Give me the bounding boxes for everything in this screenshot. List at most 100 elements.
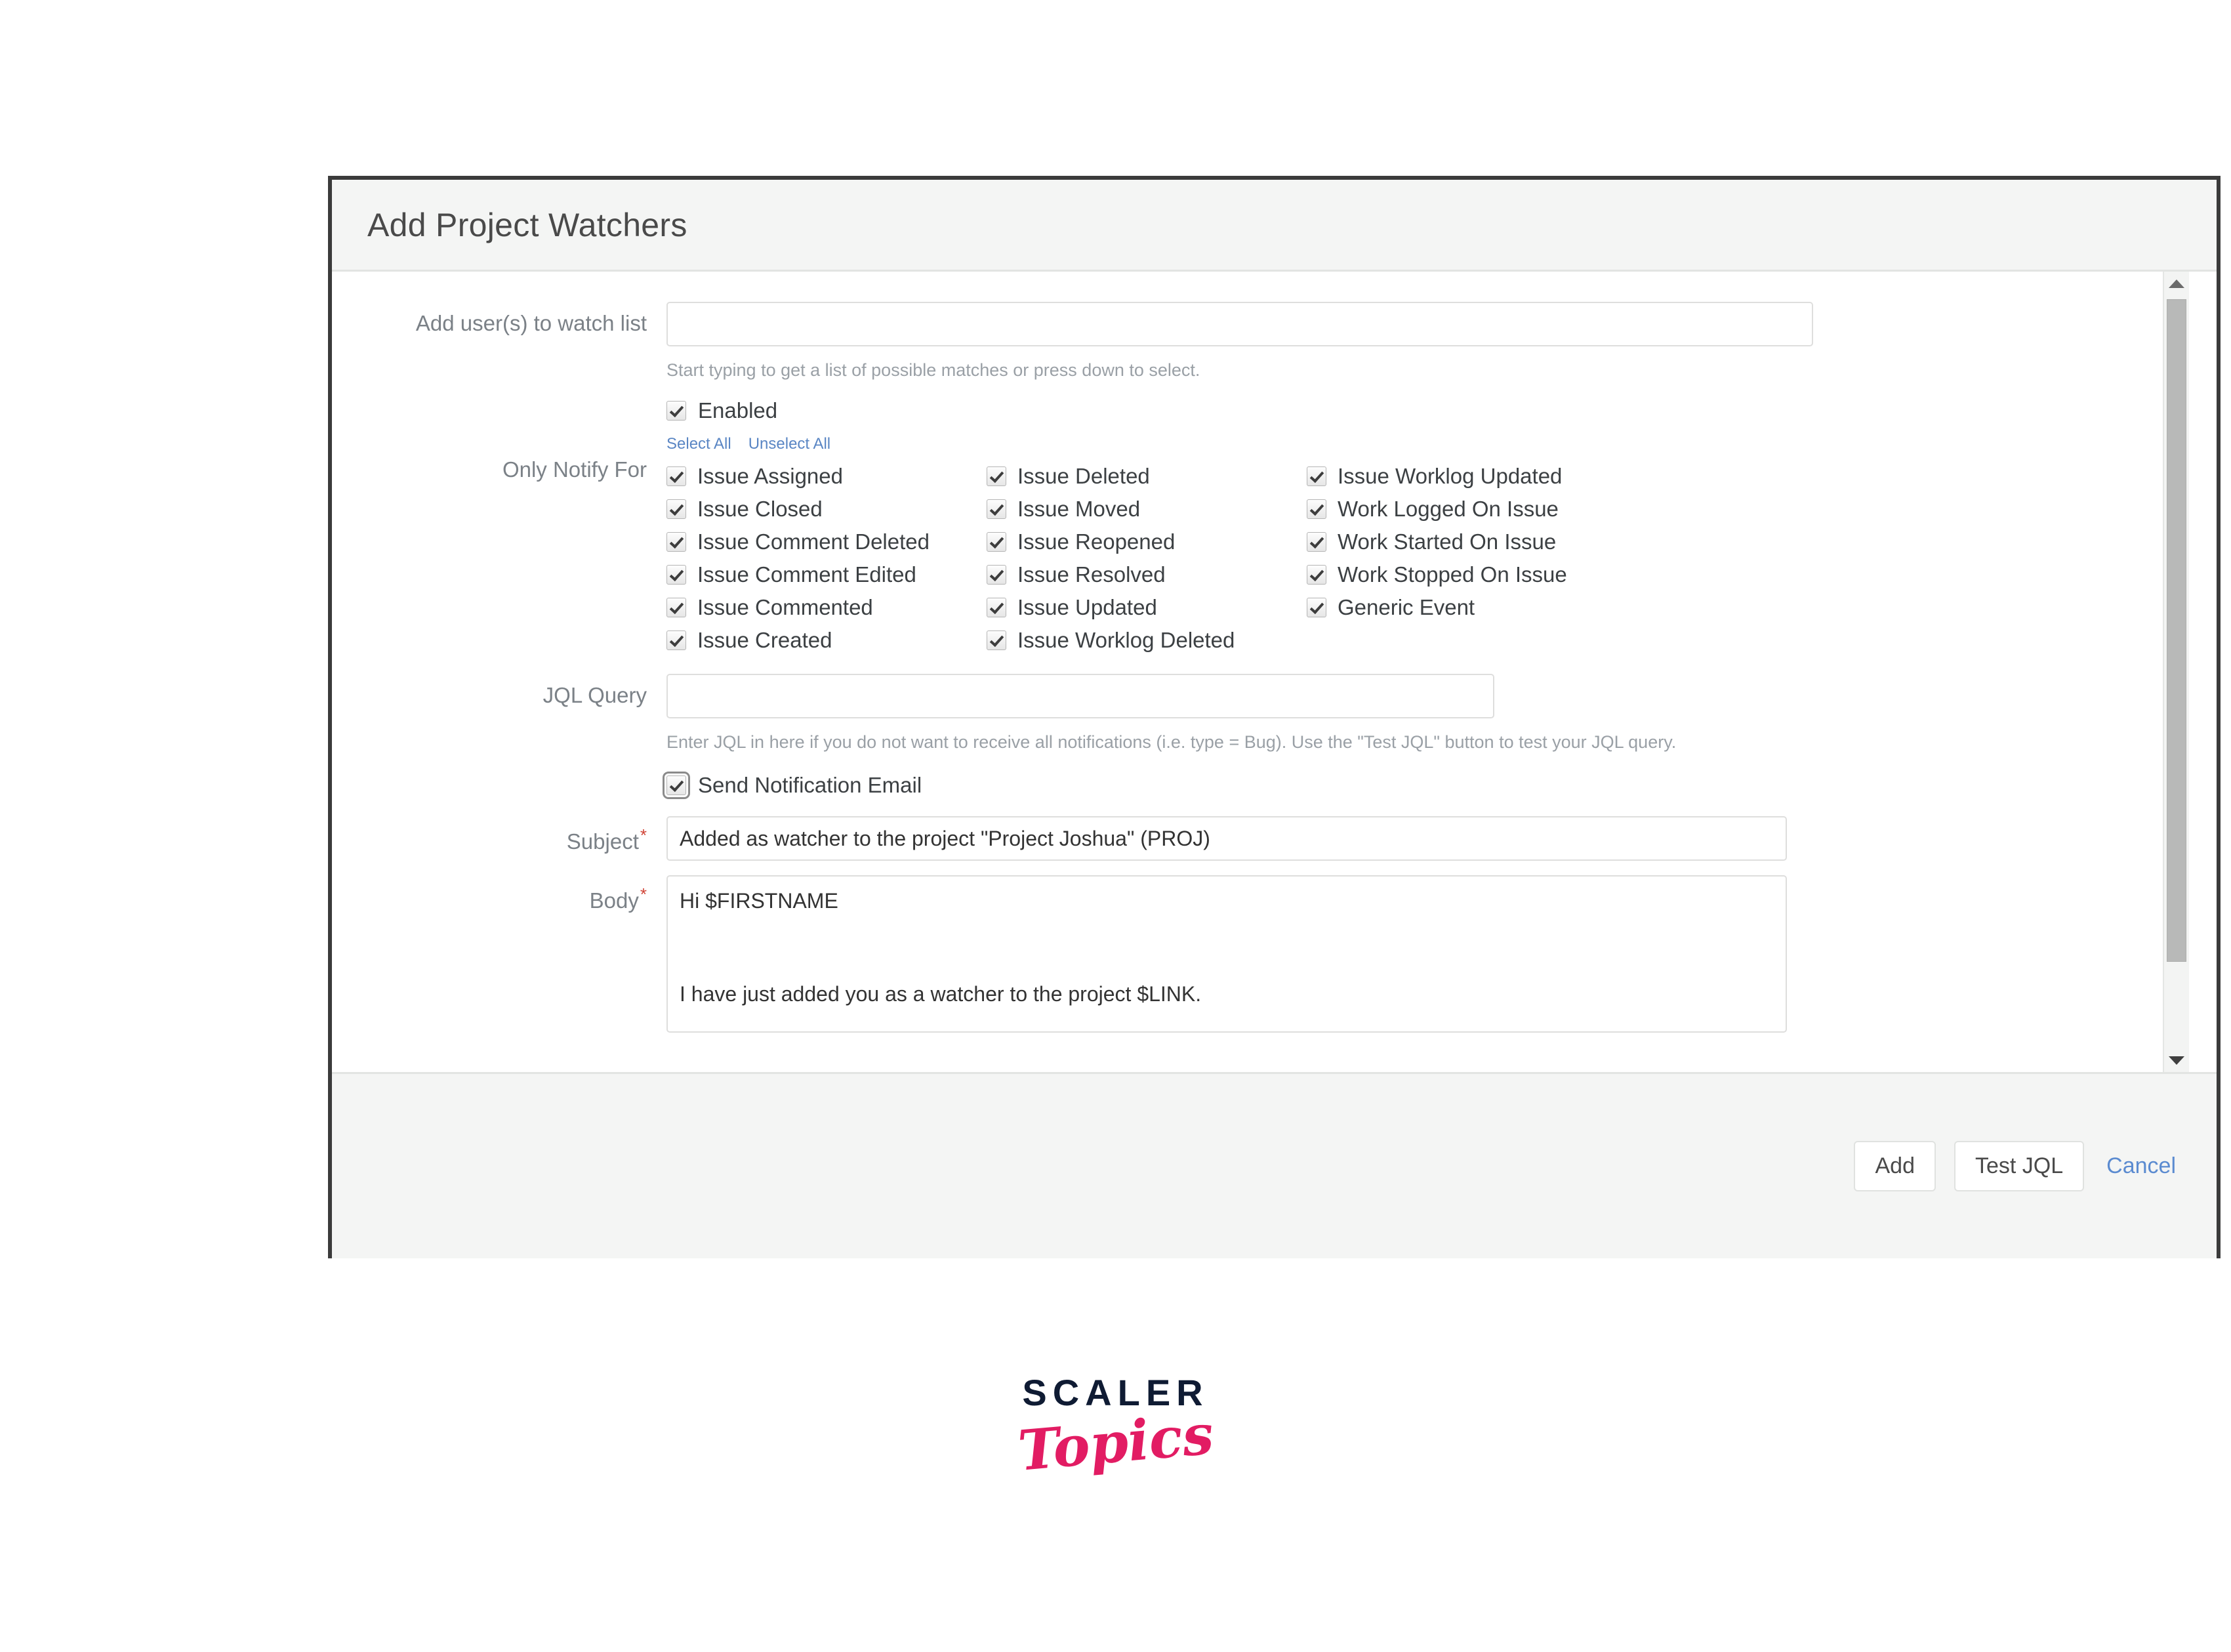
logo-topics-text: Topics [1015, 1401, 1216, 1483]
send-notification-email-checkbox[interactable] [663, 772, 690, 800]
event-column-2: Issue Deleted Issue Moved Issue Reopened [987, 460, 1307, 657]
issue-resolved-checkbox[interactable] [987, 565, 1006, 585]
issue-worklog-deleted-checkbox[interactable] [987, 630, 1006, 651]
event-checkbox-row[interactable]: Issue Closed [666, 493, 987, 526]
scaler-topics-watermark: SCALER Topics [0, 1371, 2231, 1483]
select-all-link[interactable]: Select All [666, 435, 731, 453]
event-checkbox-row[interactable]: Issue Commented [666, 591, 987, 624]
event-label: Issue Comment Deleted [697, 529, 930, 554]
issue-comment-edited-checkbox[interactable] [666, 565, 686, 585]
event-label: Issue Worklog Updated [1338, 464, 1563, 489]
event-label: Generic Event [1338, 595, 1475, 620]
add-project-watchers-dialog: Add Project Watchers Add user(s) to watc… [328, 176, 2221, 1258]
enabled-checkbox[interactable] [666, 401, 686, 421]
event-checkbox-row[interactable]: Issue Comment Deleted [666, 526, 987, 558]
field-row-only-notify-for: Only Notify For Select All Unselect All … [332, 435, 2217, 657]
dialog-header: Add Project Watchers [332, 180, 2217, 272]
watcher-form: Add user(s) to watch list Start typing t… [332, 272, 2217, 1033]
send-notification-email-label: Send Notification Email [698, 773, 922, 798]
only-notify-for-label: Only Notify For [502, 457, 647, 482]
scrollbar-thumb[interactable] [2167, 299, 2186, 962]
event-checkbox-row[interactable]: Issue Resolved [987, 558, 1307, 591]
issue-updated-checkbox[interactable] [987, 598, 1006, 618]
chevron-down-icon [2169, 1056, 2184, 1065]
event-checkbox-row[interactable]: Issue Assigned [666, 460, 987, 493]
event-checkbox-row[interactable]: Generic Event [1307, 591, 1567, 624]
dialog-footer: Add Test JQL Cancel [332, 1072, 2217, 1258]
event-checkbox-row[interactable]: Issue Comment Edited [666, 558, 987, 591]
field-row-watchlist: Add user(s) to watch list Start typing t… [332, 302, 2217, 423]
event-label: Issue Created [697, 628, 832, 653]
send-notification-email-row[interactable]: Send Notification Email [663, 772, 2197, 800]
issue-commented-checkbox[interactable] [666, 598, 686, 618]
event-checkbox-row[interactable]: Issue Worklog Deleted [987, 624, 1307, 657]
watchlist-label: Add user(s) to watch list [415, 311, 647, 335]
issue-deleted-checkbox[interactable] [987, 466, 1006, 487]
issue-assigned-checkbox[interactable] [666, 466, 686, 487]
event-checkbox-row[interactable]: Work Stopped On Issue [1307, 558, 1567, 591]
event-label: Work Logged On Issue [1338, 497, 1559, 522]
enabled-checkbox-row[interactable]: Enabled [666, 398, 2197, 423]
watchlist-help-text: Start typing to get a list of possible m… [666, 360, 1200, 380]
issue-closed-checkbox[interactable] [666, 499, 686, 520]
event-checkbox-row[interactable]: Work Started On Issue [1307, 526, 1567, 558]
event-column-1: Issue Assigned Issue Closed Issue Commen… [666, 460, 987, 657]
page-title: Add Project Watchers [367, 206, 687, 243]
cancel-button[interactable]: Cancel [2102, 1142, 2180, 1190]
jql-query-label: JQL Query [542, 683, 647, 708]
test-jql-button[interactable]: Test JQL [1954, 1141, 2085, 1191]
event-label: Issue Moved [1017, 497, 1141, 522]
event-checkbox-row[interactable]: Work Logged On Issue [1307, 493, 1567, 526]
body-label: Body [589, 888, 639, 913]
event-checkbox-row[interactable]: Issue Reopened [987, 526, 1307, 558]
watchlist-input[interactable] [666, 302, 1813, 346]
dialog-content-scroll-area: Add user(s) to watch list Start typing t… [332, 272, 2217, 1072]
jql-query-help-text: Enter JQL in here if you do not want to … [666, 732, 1677, 753]
event-label: Issue Closed [697, 497, 823, 522]
event-checkbox-row[interactable]: Issue Created [666, 624, 987, 657]
work-stopped-on-issue-checkbox[interactable] [1307, 565, 1326, 585]
issue-reopened-checkbox[interactable] [987, 532, 1006, 552]
event-checkbox-row[interactable]: Issue Worklog Updated [1307, 460, 1567, 493]
issue-moved-checkbox[interactable] [987, 499, 1006, 520]
event-checkbox-row[interactable]: Issue Moved [987, 493, 1307, 526]
issue-comment-deleted-checkbox[interactable] [666, 532, 686, 552]
unselect-all-link[interactable]: Unselect All [748, 435, 830, 453]
field-row-jql-query: JQL Query Enter JQL in here if you do no… [332, 674, 2217, 800]
scroll-up-button[interactable] [2164, 272, 2189, 295]
enabled-label: Enabled [698, 398, 778, 423]
logo-scaler-text: SCALER [1022, 1372, 1209, 1413]
event-checkbox-row[interactable]: Issue Updated [987, 591, 1307, 624]
issue-created-checkbox[interactable] [666, 630, 686, 651]
subject-input[interactable] [666, 816, 1787, 861]
select-all-links: Select All Unselect All [666, 435, 2197, 453]
work-logged-on-issue-checkbox[interactable] [1307, 499, 1326, 520]
scroll-down-button[interactable] [2164, 1048, 2189, 1072]
field-row-subject: Subject* [332, 816, 2217, 861]
event-label: Issue Comment Edited [697, 562, 916, 587]
event-checkbox-grid: Issue Assigned Issue Closed Issue Commen… [666, 460, 2197, 657]
event-column-3: Issue Worklog Updated Work Logged On Iss… [1307, 460, 1567, 657]
event-label: Issue Reopened [1017, 529, 1176, 554]
subject-required-marker: * [640, 825, 647, 846]
work-started-on-issue-checkbox[interactable] [1307, 532, 1326, 552]
event-label: Work Started On Issue [1338, 529, 1557, 554]
add-button[interactable]: Add [1854, 1141, 1936, 1191]
issue-worklog-updated-checkbox[interactable] [1307, 466, 1326, 487]
event-checkbox-row[interactable]: Issue Deleted [987, 460, 1307, 493]
field-row-body: Body* [332, 875, 2217, 1033]
chevron-up-icon [2169, 279, 2184, 288]
event-label: Issue Commented [697, 595, 873, 620]
body-textarea[interactable] [666, 875, 1787, 1033]
subject-label: Subject [566, 829, 639, 854]
event-label: Issue Updated [1017, 595, 1157, 620]
content-scrollbar[interactable] [2163, 272, 2189, 1072]
event-label: Issue Assigned [697, 464, 843, 489]
event-label: Issue Resolved [1017, 562, 1166, 587]
body-required-marker: * [640, 884, 647, 905]
event-label: Issue Worklog Deleted [1017, 628, 1235, 653]
event-label: Work Stopped On Issue [1338, 562, 1567, 587]
event-label: Issue Deleted [1017, 464, 1150, 489]
jql-query-input[interactable] [666, 674, 1494, 719]
generic-event-checkbox[interactable] [1307, 598, 1326, 618]
